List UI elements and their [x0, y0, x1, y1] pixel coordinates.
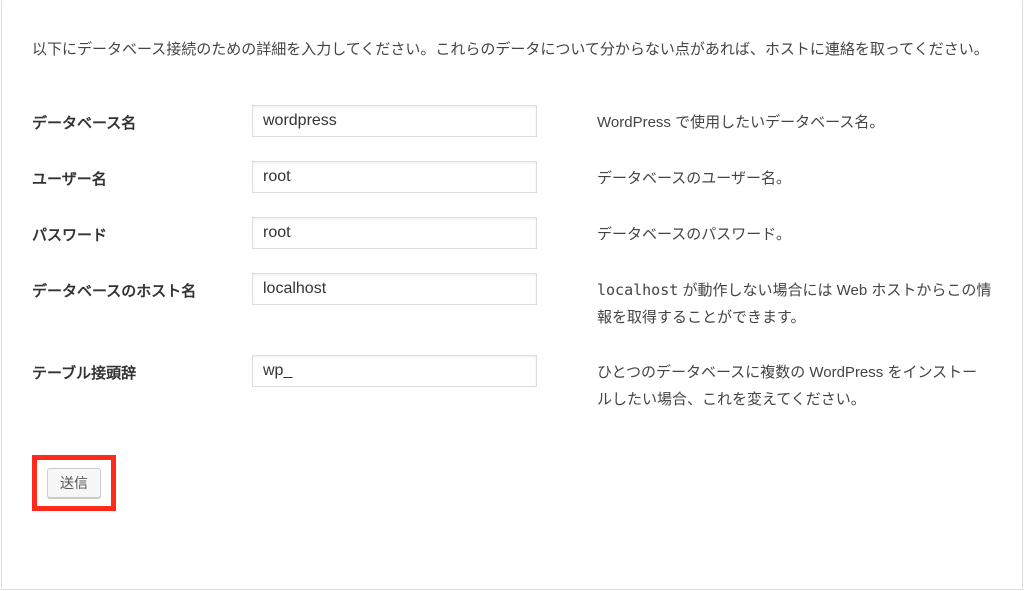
label-dbname: データベース名: [32, 93, 252, 149]
input-prefix[interactable]: [252, 355, 537, 387]
desc-host: localhost が動作しない場合には Web ホストからこの情報を取得するこ…: [572, 261, 992, 343]
desc-username: データベースのユーザー名。: [572, 149, 992, 205]
input-host[interactable]: [252, 273, 537, 305]
input-username[interactable]: [252, 161, 537, 193]
input-dbname[interactable]: [252, 105, 537, 137]
desc-dbname: WordPress で使用したいデータベース名。: [572, 93, 992, 149]
setup-form-container: 以下にデータベース接続のための詳細を入力してください。これらのデータについて分か…: [1, 1, 1023, 590]
submit-button[interactable]: 送信: [47, 468, 101, 498]
desc-host-code: localhost: [597, 281, 678, 299]
form-table: データベース名 WordPress で使用したいデータベース名。 ユーザー名 デ…: [32, 93, 992, 425]
label-username: ユーザー名: [32, 149, 252, 205]
label-prefix: テーブル接頭辞: [32, 343, 252, 425]
row-username: ユーザー名 データベースのユーザー名。: [32, 149, 992, 205]
desc-prefix: ひとつのデータベースに複数の WordPress をインストールしたい場合、これ…: [572, 343, 992, 425]
row-dbname: データベース名 WordPress で使用したいデータベース名。: [32, 93, 992, 149]
label-host: データベースのホスト名: [32, 261, 252, 343]
label-password: パスワード: [32, 205, 252, 261]
row-password: パスワード データベースのパスワード。: [32, 205, 992, 261]
row-host: データベースのホスト名 localhost が動作しない場合には Web ホスト…: [32, 261, 992, 343]
row-prefix: テーブル接頭辞 ひとつのデータベースに複数の WordPress をインストール…: [32, 343, 992, 425]
submit-highlight-box: 送信: [32, 455, 116, 511]
intro-text: 以下にデータベース接続のための詳細を入力してください。これらのデータについて分か…: [32, 36, 992, 63]
desc-password: データベースのパスワード。: [572, 205, 992, 261]
input-password[interactable]: [252, 217, 537, 249]
